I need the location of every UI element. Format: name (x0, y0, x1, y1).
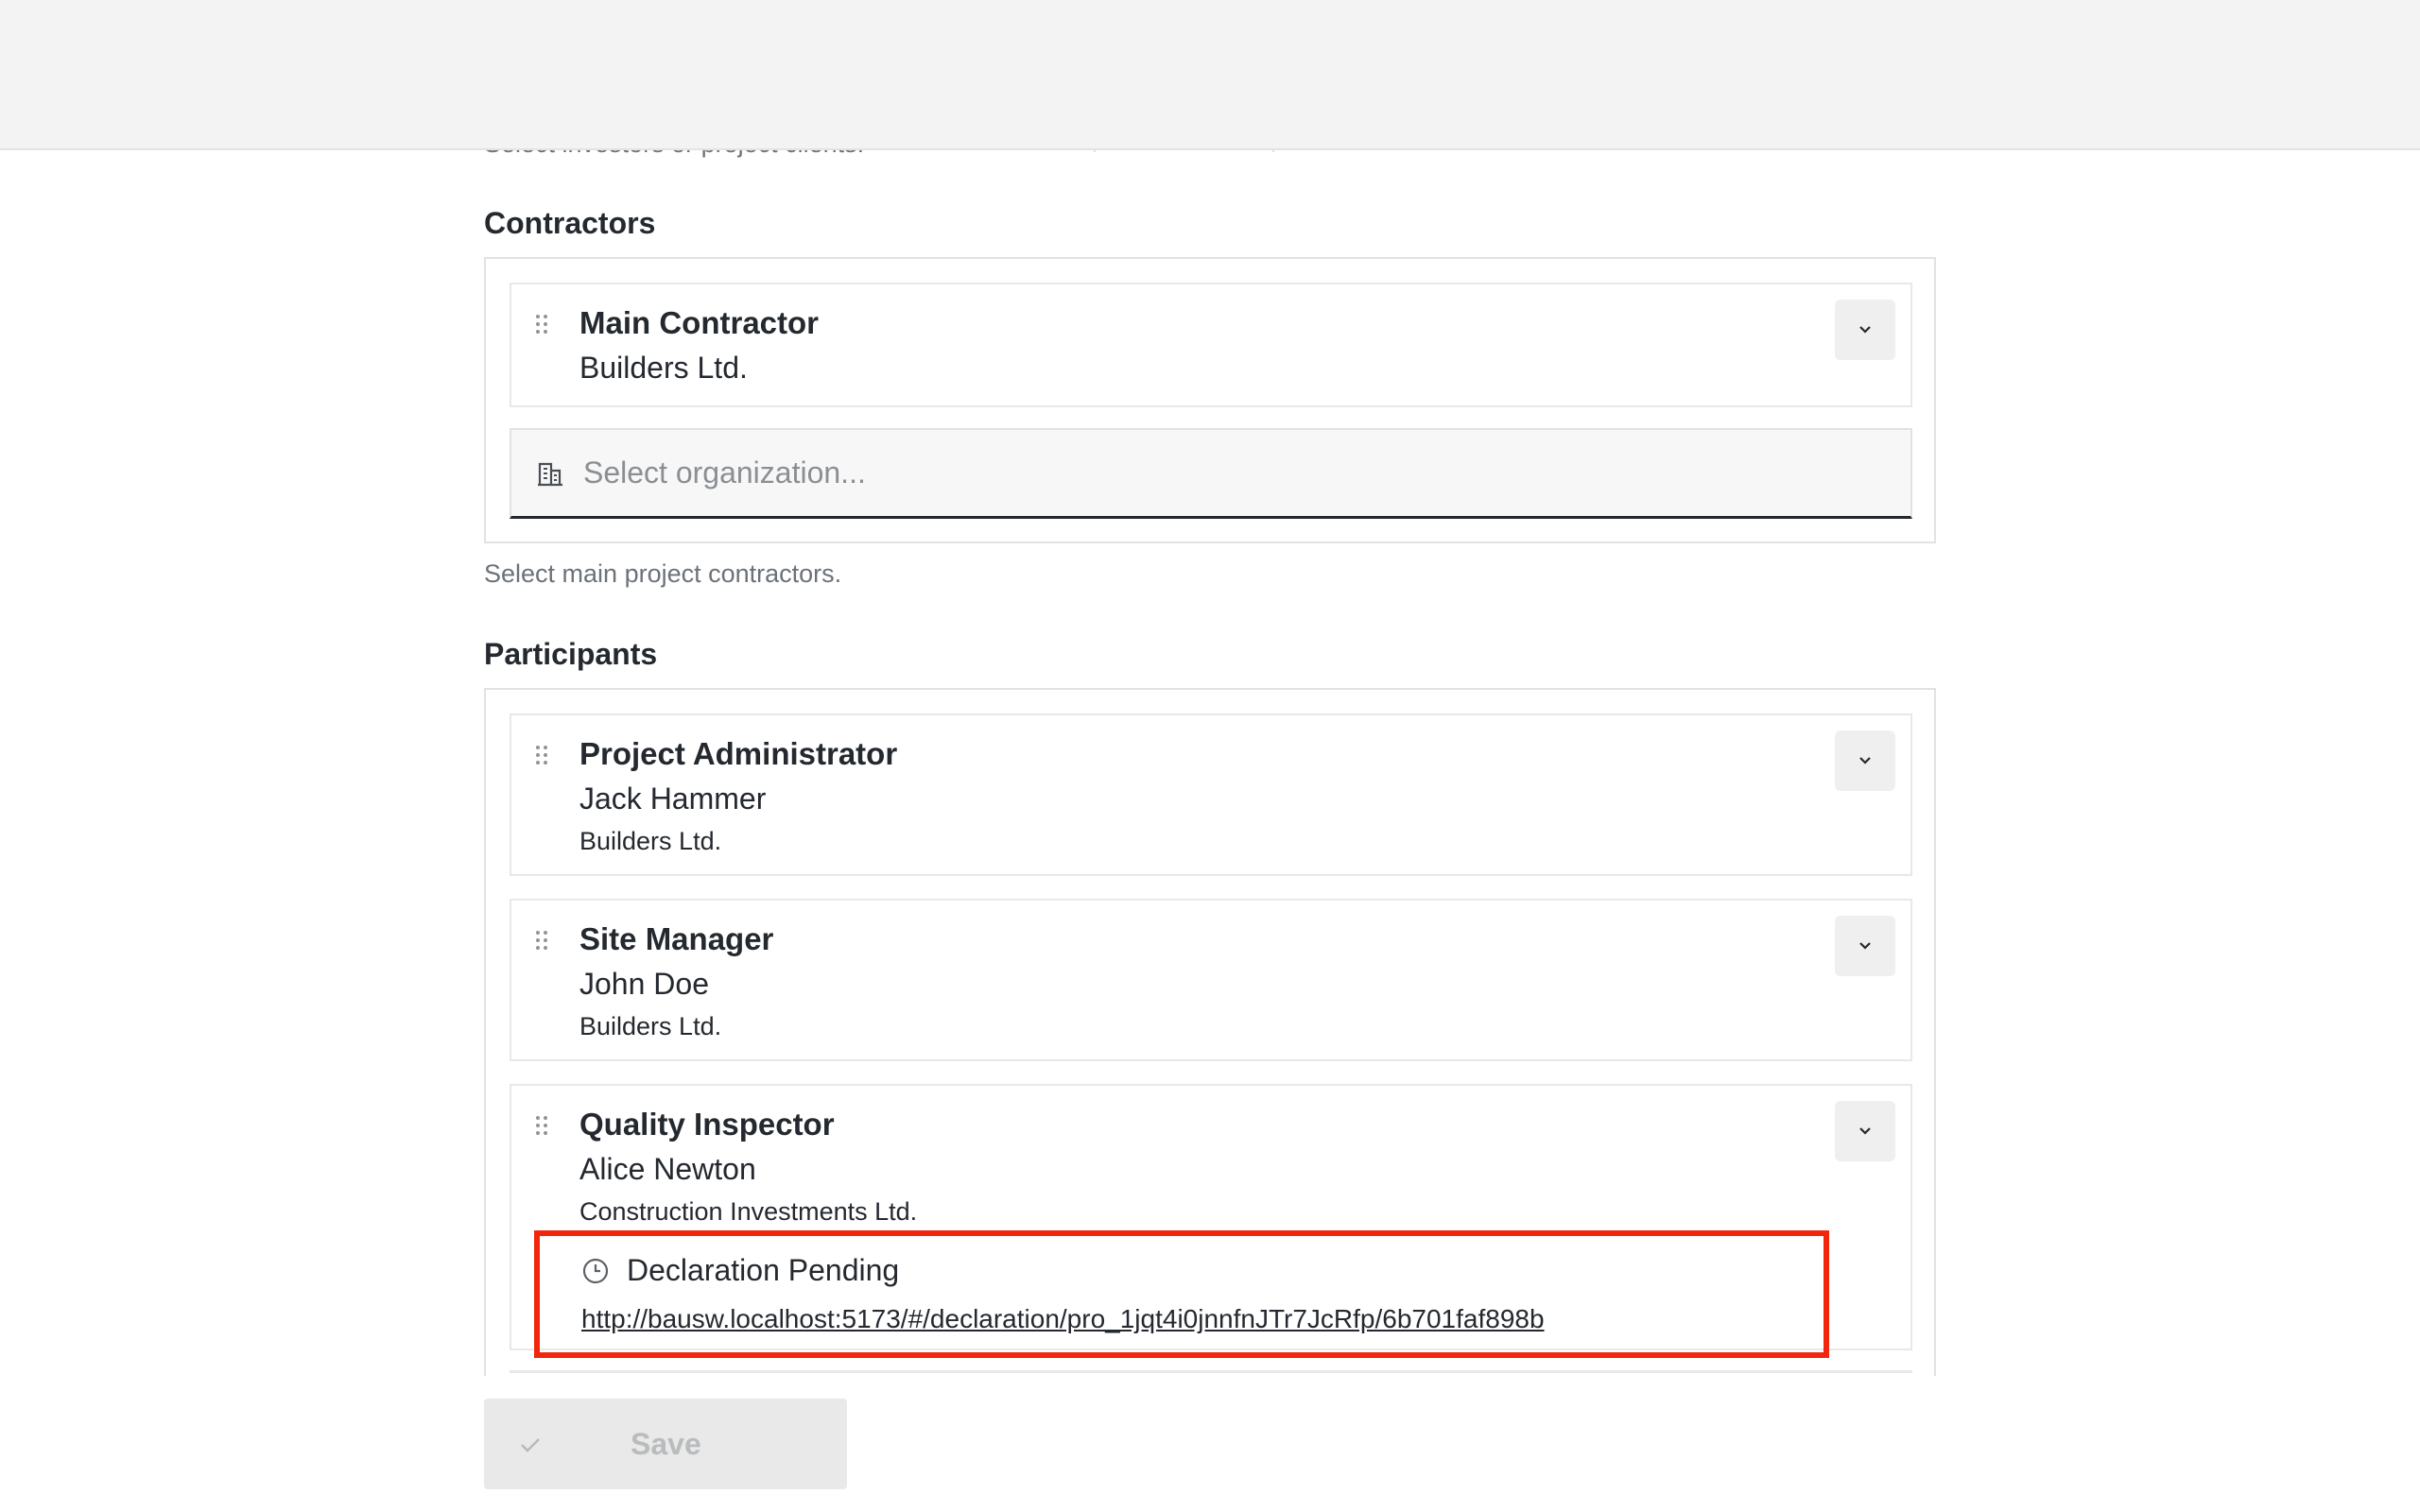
chevron-down-icon (1859, 757, 1871, 765)
investors-help-text: Select investors or project clients. (484, 129, 865, 158)
chevron-right-icon (281, 29, 302, 50)
save-button-label: Save (631, 1427, 701, 1461)
participant-organization: Builders Ltd. (579, 1012, 722, 1040)
tab-label: Documents (363, 94, 522, 129)
role-title: Quality Inspector (579, 1107, 835, 1142)
divider (510, 1370, 1912, 1373)
tab-label: Audit (982, 94, 1054, 129)
tab-audit[interactable]: Audit (948, 72, 1088, 150)
participant-name: Alice Newton (579, 1152, 756, 1186)
declaration-link[interactable]: http://bausw.localhost:5173/#/declaratio… (581, 1304, 1545, 1334)
participant-name: Jack Hammer (579, 782, 767, 816)
user-organization: Builders Ltd. (1904, 77, 2031, 103)
organization-search-input[interactable] (583, 455, 1812, 490)
avatar[interactable]: JH (2054, 43, 2115, 104)
chevron-down-icon (1219, 103, 1240, 124)
role-title: Site Manager (579, 921, 774, 956)
declaration-status-label: Declaration Pending (627, 1253, 900, 1287)
participant-card: Project Administrator Jack Hammer Builde… (510, 713, 1912, 876)
participant-name: John Doe (579, 967, 709, 1001)
participants-title: Participants (484, 637, 658, 671)
check-icon (521, 1438, 540, 1452)
role-title: Main Contractor (579, 305, 820, 340)
participant-organization: Construction Investments Ltd. (579, 1197, 918, 1226)
expand-button[interactable] (1835, 1101, 1895, 1161)
drag-handle-icon[interactable] (534, 744, 549, 766)
declaration-status: Declaration Pending (581, 1253, 899, 1288)
drag-handle-icon[interactable] (534, 929, 549, 952)
tab-label: Entries (193, 94, 290, 129)
role-title: Project Administrator (579, 736, 898, 771)
building-icon (538, 462, 562, 486)
participant-organization: Builders Ltd. (579, 827, 722, 855)
top-bar: Projects Family House Construction - Smi… (0, 0, 2420, 152)
tab-label: Timesheets (748, 94, 909, 129)
contractor-organization: Builders Ltd. (579, 351, 748, 385)
drag-handle-icon[interactable] (534, 1114, 549, 1137)
contractors-title: Contractors (484, 206, 656, 240)
chevron-down-icon (1859, 1127, 1871, 1135)
organization-select[interactable] (510, 428, 1912, 519)
chevron-down-icon (1859, 942, 1871, 950)
chevron-down-icon (1859, 326, 1871, 334)
user-info[interactable]: Jack Hammer Builders Ltd. (1861, 40, 2031, 106)
tab-label: More (1127, 94, 1199, 130)
user-name: Jack Hammer (1861, 43, 2031, 73)
expand-button[interactable] (1835, 916, 1895, 976)
clock-icon (582, 1258, 609, 1283)
breadcrumb-current[interactable]: Family House Construction - Smiths (319, 25, 774, 55)
contractors-help-text: Select main project contractors. (484, 559, 842, 588)
tab-label: Tasks (595, 94, 675, 129)
contractors-panel: Main Contractor Builders Ltd. (484, 257, 1936, 543)
breadcrumb-projects-link[interactable]: Projects (159, 25, 264, 55)
expand-button[interactable] (1835, 730, 1895, 791)
tab-entries[interactable]: Entries (159, 72, 324, 150)
drag-handle-icon[interactable] (534, 313, 549, 335)
app-logo-icon[interactable] (45, 42, 106, 106)
administration-button[interactable]: Administration (2138, 43, 2374, 104)
contractor-card: Main Contractor Builders Ltd. (510, 283, 1912, 407)
participant-card: Site Manager John Doe Builders Ltd. (510, 899, 1912, 1061)
save-button[interactable]: Save (484, 1399, 847, 1489)
expand-button[interactable] (1835, 300, 1895, 360)
tab-more[interactable]: More (1093, 72, 1274, 152)
declaration-pending-highlight: Declaration Pending http://bausw.localho… (534, 1230, 1829, 1358)
breadcrumb: Projects Family House Construction - Smi… (159, 21, 774, 59)
